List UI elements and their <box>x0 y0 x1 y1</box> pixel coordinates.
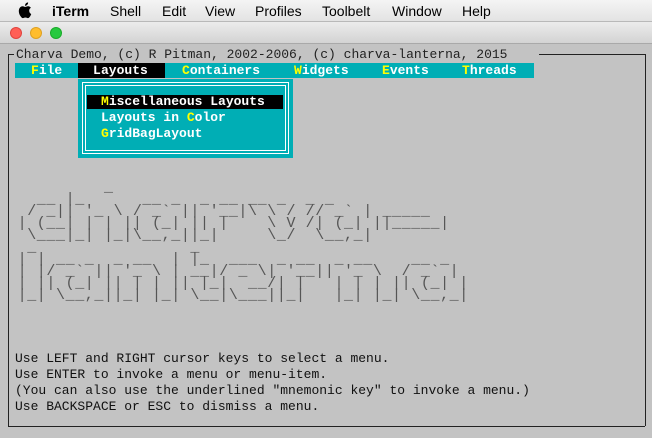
help-line: Use BACKSPACE or ESC to dismiss a menu. <box>15 399 320 414</box>
menubar-item-view[interactable]: View <box>205 3 235 19</box>
menu-item-gridbaglayout[interactable]: GridBagLayout <box>87 127 202 141</box>
mnemonic-letter: F <box>31 63 39 78</box>
help-line: Use LEFT and RIGHT cursor keys to select… <box>15 351 390 366</box>
menubar-app-name[interactable]: iTerm <box>52 3 89 19</box>
menu-item-label: Layouts in <box>101 110 187 125</box>
menubar-item-profiles[interactable]: Profiles <box>255 3 302 19</box>
menubar-item-toolbelt[interactable]: Toolbelt <box>322 3 370 19</box>
app-menubar: File ​Layouts Containers Widgets Events … <box>15 63 534 78</box>
frame-border <box>539 54 645 55</box>
charva-lanterna-ascii-banner: _ __ |_ __ _ _ __ __ _ _ _ / _|| '_ \ / … <box>17 179 469 304</box>
menubar-item-window[interactable]: Window <box>392 3 442 19</box>
menu-label: ontainers <box>189 63 261 78</box>
zoom-window-button[interactable] <box>50 27 62 39</box>
mnemonic-letter: L <box>93 63 101 78</box>
menu-events[interactable]: Events <box>382 63 429 78</box>
menu-label: ile <box>38 63 63 78</box>
minimize-window-button[interactable] <box>30 27 42 39</box>
menubar-item-shell[interactable]: Shell <box>110 3 141 19</box>
menu-item-label: ridBagLayout <box>108 126 203 141</box>
window-titlebar <box>0 22 652 44</box>
mnemonic-letter: C <box>186 110 195 125</box>
menu-containers[interactable]: Containers <box>182 63 260 78</box>
menu-label: idgets <box>301 63 349 78</box>
frame-border <box>8 426 645 427</box>
frame-border <box>645 54 646 426</box>
close-window-button[interactable] <box>10 27 22 39</box>
menu-item-miscellaneous-layouts[interactable]: Miscellaneous Layouts <box>87 95 283 109</box>
mnemonic-letter: M <box>101 94 109 109</box>
menubar-item-help[interactable]: Help <box>462 3 491 19</box>
frame-title: Charva Demo, (c) R Pitman, 2002-2006, (c… <box>16 47 508 62</box>
menu-label: ayouts <box>101 63 148 78</box>
menu-file[interactable]: File <box>31 63 62 78</box>
macos-menubar: iTerm Shell Edit View Profiles Toolbelt … <box>0 0 652 22</box>
mnemonic-letter: G <box>101 126 109 141</box>
mnemonic-letter: C <box>182 63 190 78</box>
mnemonic-letter: T <box>462 63 470 78</box>
help-line: Use ENTER to invoke a menu or menu-item. <box>15 367 328 382</box>
menu-widgets[interactable]: Widgets <box>294 63 349 78</box>
menu-item-layouts-in-color[interactable]: Layouts in Color <box>87 111 226 125</box>
layouts-dropdown-menu: Miscellaneous Layouts Layouts in Color G… <box>78 79 293 158</box>
menu-label: vents <box>389 63 429 78</box>
menubar-item-edit[interactable]: Edit <box>162 3 186 19</box>
menu-item-label: iscellaneous Layouts <box>108 94 265 109</box>
help-line: (You can also use the underlined "mnemon… <box>15 383 530 398</box>
menu-layouts[interactable]: ​Layouts <box>78 63 165 78</box>
menu-label: hreads <box>469 63 517 78</box>
menu-item-label: olor <box>194 110 226 125</box>
mnemonic-letter: E <box>382 63 390 78</box>
terminal-screen[interactable]: Charva Demo, (c) R Pitman, 2002-2006, (c… <box>0 44 652 438</box>
mnemonic-letter: W <box>294 63 302 78</box>
apple-logo-icon[interactable] <box>18 1 34 19</box>
menu-threads[interactable]: Threads <box>462 63 517 78</box>
